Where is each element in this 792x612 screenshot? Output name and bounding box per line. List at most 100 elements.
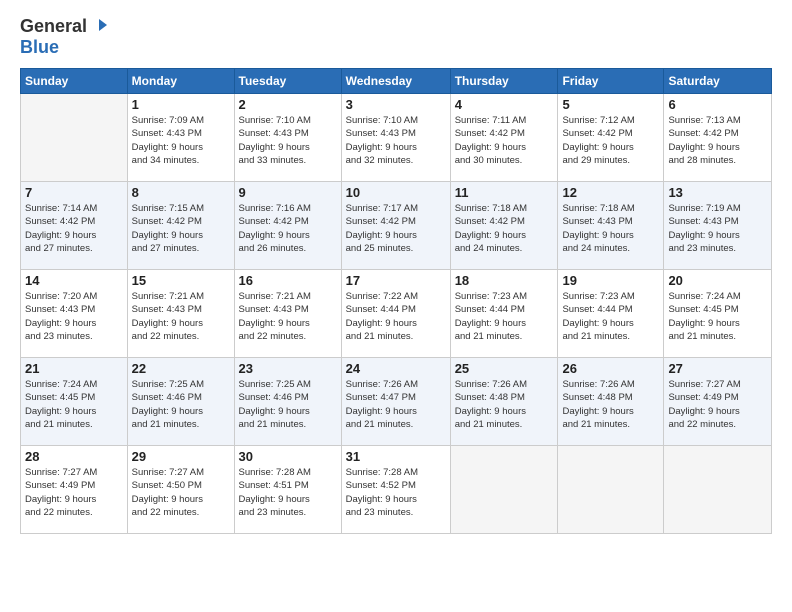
calendar-cell bbox=[21, 94, 128, 182]
week-row-3: 14 Sunrise: 7:20 AM Sunset: 4:43 PM Dayli… bbox=[21, 270, 772, 358]
calendar-cell: 4 Sunrise: 7:11 AM Sunset: 4:42 PM Daylig… bbox=[450, 94, 558, 182]
day-number: 13 bbox=[668, 185, 767, 200]
day-number: 26 bbox=[562, 361, 659, 376]
day-info: Sunrise: 7:24 AM Sunset: 4:45 PM Dayligh… bbox=[25, 378, 123, 431]
calendar-cell: 25 Sunrise: 7:26 AM Sunset: 4:48 PM Dayli… bbox=[450, 358, 558, 446]
day-number: 24 bbox=[346, 361, 446, 376]
calendar: SundayMondayTuesdayWednesdayThursdayFrid… bbox=[20, 68, 772, 534]
day-info: Sunrise: 7:26 AM Sunset: 4:48 PM Dayligh… bbox=[455, 378, 554, 431]
calendar-cell: 9Sunrise: 7:16 AM Sunset: 4:42 PM Daylig… bbox=[234, 182, 341, 270]
day-info: Sunrise: 7:21 AM Sunset: 4:43 PM Dayligh… bbox=[239, 290, 337, 343]
day-info: Sunrise: 7:27 AM Sunset: 4:49 PM Dayligh… bbox=[668, 378, 767, 431]
calendar-cell: 19 Sunrise: 7:23 AM Sunset: 4:44 PM Dayli… bbox=[558, 270, 664, 358]
weekday-header-thursday: Thursday bbox=[450, 69, 558, 94]
weekday-header-wednesday: Wednesday bbox=[341, 69, 450, 94]
day-info: Sunrise: 7:25 AM Sunset: 4:46 PM Dayligh… bbox=[132, 378, 230, 431]
day-number: 21 bbox=[25, 361, 123, 376]
day-number: 22 bbox=[132, 361, 230, 376]
weekday-header-monday: Monday bbox=[127, 69, 234, 94]
day-number: 9 bbox=[239, 185, 337, 200]
day-number: 31 bbox=[346, 449, 446, 464]
day-info: Sunrise: 7:17 AM Sunset: 4:42 PM Dayligh… bbox=[346, 202, 446, 255]
day-number: 11 bbox=[455, 185, 554, 200]
calendar-cell: 6Sunrise: 7:13 AM Sunset: 4:42 PM Daylig… bbox=[664, 94, 772, 182]
day-info: Sunrise: 7:14 AM Sunset: 4:42 PM Dayligh… bbox=[25, 202, 123, 255]
day-info: Sunrise: 7:23 AM Sunset: 4:44 PM Dayligh… bbox=[455, 290, 554, 343]
calendar-cell: 10 Sunrise: 7:17 AM Sunset: 4:42 PM Dayli… bbox=[341, 182, 450, 270]
day-number: 2 bbox=[239, 97, 337, 112]
calendar-cell: 30 Sunrise: 7:28 AM Sunset: 4:51 PM Dayli… bbox=[234, 446, 341, 534]
header: General Blue bbox=[20, 16, 772, 58]
calendar-cell: 23Sunrise: 7:25 AM Sunset: 4:46 PM Dayli… bbox=[234, 358, 341, 446]
weekday-header-row: SundayMondayTuesdayWednesdayThursdayFrid… bbox=[21, 69, 772, 94]
day-info: Sunrise: 7:10 AM Sunset: 4:43 PM Dayligh… bbox=[239, 114, 337, 167]
page: General Blue SundayMondayTuesdayWednesda… bbox=[0, 0, 792, 612]
day-info: Sunrise: 7:20 AM Sunset: 4:43 PM Dayligh… bbox=[25, 290, 123, 343]
day-number: 28 bbox=[25, 449, 123, 464]
day-number: 29 bbox=[132, 449, 230, 464]
day-info: Sunrise: 7:23 AM Sunset: 4:44 PM Dayligh… bbox=[562, 290, 659, 343]
calendar-cell: 2 Sunrise: 7:10 AM Sunset: 4:43 PM Daylig… bbox=[234, 94, 341, 182]
day-info: Sunrise: 7:22 AM Sunset: 4:44 PM Dayligh… bbox=[346, 290, 446, 343]
logo: General Blue bbox=[20, 16, 109, 58]
calendar-cell: 17 Sunrise: 7:22 AM Sunset: 4:44 PM Dayli… bbox=[341, 270, 450, 358]
weekday-header-saturday: Saturday bbox=[664, 69, 772, 94]
day-number: 18 bbox=[455, 273, 554, 288]
day-info: Sunrise: 7:18 AM Sunset: 4:42 PM Dayligh… bbox=[455, 202, 554, 255]
logo-blue: Blue bbox=[20, 37, 59, 57]
day-info: Sunrise: 7:13 AM Sunset: 4:42 PM Dayligh… bbox=[668, 114, 767, 167]
calendar-cell: 8 Sunrise: 7:15 AM Sunset: 4:42 PM Daylig… bbox=[127, 182, 234, 270]
day-number: 1 bbox=[132, 97, 230, 112]
calendar-cell: 1 Sunrise: 7:09 AM Sunset: 4:43 PM Daylig… bbox=[127, 94, 234, 182]
day-number: 25 bbox=[455, 361, 554, 376]
weekday-header-tuesday: Tuesday bbox=[234, 69, 341, 94]
day-number: 17 bbox=[346, 273, 446, 288]
calendar-cell: 12 Sunrise: 7:18 AM Sunset: 4:43 PM Dayli… bbox=[558, 182, 664, 270]
day-info: Sunrise: 7:19 AM Sunset: 4:43 PM Dayligh… bbox=[668, 202, 767, 255]
day-info: Sunrise: 7:15 AM Sunset: 4:42 PM Dayligh… bbox=[132, 202, 230, 255]
calendar-cell: 11 Sunrise: 7:18 AM Sunset: 4:42 PM Dayli… bbox=[450, 182, 558, 270]
calendar-cell: 31 Sunrise: 7:28 AM Sunset: 4:52 PM Dayli… bbox=[341, 446, 450, 534]
calendar-cell: 21 Sunrise: 7:24 AM Sunset: 4:45 PM Dayli… bbox=[21, 358, 128, 446]
calendar-cell bbox=[558, 446, 664, 534]
day-info: Sunrise: 7:28 AM Sunset: 4:51 PM Dayligh… bbox=[239, 466, 337, 519]
calendar-cell: 5Sunrise: 7:12 AM Sunset: 4:42 PM Daylig… bbox=[558, 94, 664, 182]
week-row-4: 21 Sunrise: 7:24 AM Sunset: 4:45 PM Dayli… bbox=[21, 358, 772, 446]
calendar-cell: 18 Sunrise: 7:23 AM Sunset: 4:44 PM Dayli… bbox=[450, 270, 558, 358]
day-number: 8 bbox=[132, 185, 230, 200]
day-info: Sunrise: 7:26 AM Sunset: 4:48 PM Dayligh… bbox=[562, 378, 659, 431]
calendar-cell: 27Sunrise: 7:27 AM Sunset: 4:49 PM Dayli… bbox=[664, 358, 772, 446]
day-info: Sunrise: 7:21 AM Sunset: 4:43 PM Dayligh… bbox=[132, 290, 230, 343]
calendar-cell: 3Sunrise: 7:10 AM Sunset: 4:43 PM Daylig… bbox=[341, 94, 450, 182]
week-row-2: 7 Sunrise: 7:14 AM Sunset: 4:42 PM Daylig… bbox=[21, 182, 772, 270]
calendar-cell: 7 Sunrise: 7:14 AM Sunset: 4:42 PM Daylig… bbox=[21, 182, 128, 270]
calendar-cell: 15Sunrise: 7:21 AM Sunset: 4:43 PM Dayli… bbox=[127, 270, 234, 358]
day-number: 14 bbox=[25, 273, 123, 288]
weekday-header-sunday: Sunday bbox=[21, 69, 128, 94]
calendar-cell bbox=[450, 446, 558, 534]
day-number: 4 bbox=[455, 97, 554, 112]
calendar-cell: 24 Sunrise: 7:26 AM Sunset: 4:47 PM Dayli… bbox=[341, 358, 450, 446]
calendar-cell: 26 Sunrise: 7:26 AM Sunset: 4:48 PM Dayli… bbox=[558, 358, 664, 446]
day-number: 12 bbox=[562, 185, 659, 200]
day-info: Sunrise: 7:27 AM Sunset: 4:50 PM Dayligh… bbox=[132, 466, 230, 519]
day-number: 10 bbox=[346, 185, 446, 200]
day-info: Sunrise: 7:09 AM Sunset: 4:43 PM Dayligh… bbox=[132, 114, 230, 167]
day-info: Sunrise: 7:18 AM Sunset: 4:43 PM Dayligh… bbox=[562, 202, 659, 255]
day-number: 16 bbox=[239, 273, 337, 288]
calendar-cell: 20Sunrise: 7:24 AM Sunset: 4:45 PM Dayli… bbox=[664, 270, 772, 358]
day-info: Sunrise: 7:28 AM Sunset: 4:52 PM Dayligh… bbox=[346, 466, 446, 519]
day-number: 7 bbox=[25, 185, 123, 200]
day-info: Sunrise: 7:27 AM Sunset: 4:49 PM Dayligh… bbox=[25, 466, 123, 519]
calendar-cell: 13 Sunrise: 7:19 AM Sunset: 4:43 PM Dayli… bbox=[664, 182, 772, 270]
day-info: Sunrise: 7:11 AM Sunset: 4:42 PM Dayligh… bbox=[455, 114, 554, 167]
week-row-1: 1 Sunrise: 7:09 AM Sunset: 4:43 PM Daylig… bbox=[21, 94, 772, 182]
day-number: 19 bbox=[562, 273, 659, 288]
day-info: Sunrise: 7:12 AM Sunset: 4:42 PM Dayligh… bbox=[562, 114, 659, 167]
calendar-cell: 29 Sunrise: 7:27 AM Sunset: 4:50 PM Dayli… bbox=[127, 446, 234, 534]
day-number: 30 bbox=[239, 449, 337, 464]
day-info: Sunrise: 7:26 AM Sunset: 4:47 PM Dayligh… bbox=[346, 378, 446, 431]
day-info: Sunrise: 7:10 AM Sunset: 4:43 PM Dayligh… bbox=[346, 114, 446, 167]
calendar-cell: 16 Sunrise: 7:21 AM Sunset: 4:43 PM Dayli… bbox=[234, 270, 341, 358]
day-info: Sunrise: 7:24 AM Sunset: 4:45 PM Dayligh… bbox=[668, 290, 767, 343]
